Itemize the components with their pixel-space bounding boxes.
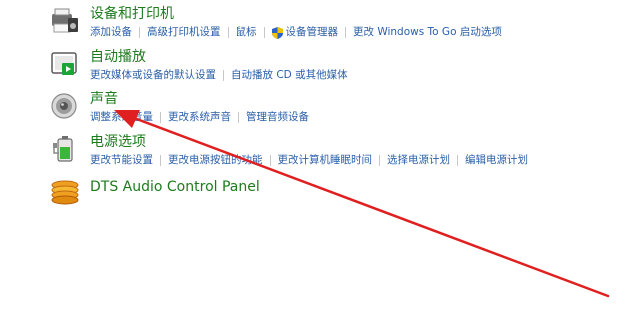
uac-shield-icon [271, 26, 283, 39]
battery-icon[interactable] [50, 134, 80, 164]
printer-icon[interactable] [50, 6, 80, 36]
divider [238, 112, 239, 123]
link-power-button-function[interactable]: 更改电源按钮的功能 [168, 154, 263, 167]
dts-audio-icon[interactable] [50, 177, 80, 207]
link-autoplay-cd[interactable]: 自动播放 CD 或其他媒体 [231, 69, 348, 82]
link-adjust-volume[interactable]: 调整系统音量 [90, 111, 153, 124]
divider [269, 155, 271, 166]
divider [345, 27, 346, 38]
link-change-media-defaults[interactable]: 更改媒体或设备的默认设置 [90, 69, 216, 82]
category-links: 更改媒体或设备的默认设置 自动播放 CD 或其他媒体 [90, 69, 348, 82]
link-choose-power-plan[interactable]: 选择电源计划 [387, 154, 450, 167]
link-windows-to-go-startup[interactable]: 更改 Windows To Go 启动选项 [353, 26, 502, 39]
category-title[interactable]: 声音 [90, 91, 118, 108]
link-sleep-time[interactable]: 更改计算机睡眠时间 [278, 154, 373, 167]
category-title[interactable]: DTS Audio Control Panel [90, 179, 260, 196]
link-advanced-printer-setup[interactable]: 高级打印机设置 [147, 26, 221, 39]
speaker-icon[interactable] [50, 91, 80, 121]
link-change-system-sounds[interactable]: 更改系统声音 [168, 111, 231, 124]
autoplay-icon[interactable] [50, 49, 80, 79]
link-manage-audio-devices[interactable]: 管理音频设备 [246, 111, 309, 124]
divider [379, 155, 380, 166]
divider [160, 155, 161, 166]
category-title[interactable]: 设备和打印机 [90, 6, 174, 23]
divider [139, 27, 140, 38]
link-device-manager[interactable]: 设备管理器 [286, 26, 339, 39]
link-add-device[interactable]: 添加设备 [90, 26, 132, 39]
link-change-power-saving[interactable]: 更改节能设置 [90, 154, 153, 167]
divider [223, 70, 224, 81]
divider [263, 27, 265, 38]
divider [160, 112, 161, 123]
link-mouse[interactable]: 鼠标 [236, 26, 257, 39]
divider [457, 155, 458, 166]
category-title[interactable]: 自动播放 [90, 49, 146, 66]
category-links: 更改节能设置 更改电源按钮的功能 更改计算机睡眠时间 选择电源计划 编辑电源计划 [90, 154, 528, 167]
category-links: 调整系统音量 更改系统声音 管理音频设备 [90, 111, 309, 124]
link-edit-power-plan[interactable]: 编辑电源计划 [465, 154, 528, 167]
category-title[interactable]: 电源选项 [90, 134, 146, 151]
category-links: 添加设备 高级打印机设置 鼠标 设备管理器 更改 Windows To Go 启… [90, 26, 502, 39]
divider [227, 27, 229, 38]
